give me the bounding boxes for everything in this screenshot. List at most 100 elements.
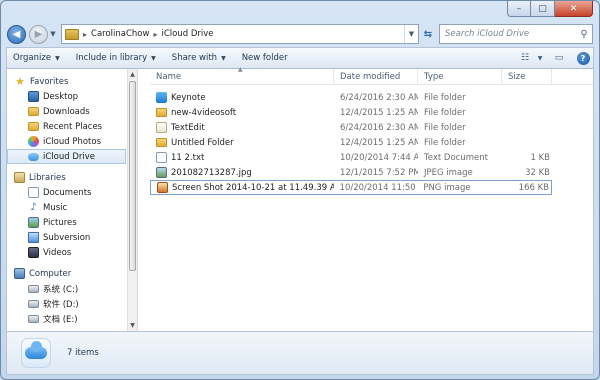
textedit-icon <box>156 122 167 133</box>
sidebar-item-recent-places[interactable]: Recent Places <box>14 119 127 134</box>
search-input[interactable]: Search iCloud Drive <box>445 29 576 39</box>
navigation-scrollbar[interactable]: ▲ ▼ <box>127 69 138 331</box>
file-row-untitled-folder[interactable]: Untitled Folder 12/4/2015 1:25 AM File f… <box>150 135 593 150</box>
column-header-size[interactable]: Size <box>502 68 552 85</box>
sidebar-item-documents[interactable]: Documents <box>14 185 127 200</box>
file-row-txt[interactable]: 11 2.txt 10/20/2014 7:44 AM Text Documen… <box>150 150 593 165</box>
include-in-library-menu[interactable]: Include in library ▼ <box>76 53 156 63</box>
sidebar-item-label: Pictures <box>43 217 77 228</box>
desktop-icon <box>28 91 39 102</box>
column-header-type[interactable]: Type <box>418 68 502 85</box>
breadcrumb-separator[interactable]: ▸ <box>83 30 87 39</box>
drive-icon <box>28 314 39 323</box>
favorites-group: ★ Favorites Desktop Downloads Recent Pla… <box>7 74 127 164</box>
sidebar-item-label: iCloud Photos <box>43 136 102 147</box>
sidebar-item-drive-d[interactable]: 软件 (D:) <box>14 296 127 311</box>
breadcrumb-icloud-drive[interactable]: iCloud Drive <box>161 29 213 39</box>
star-icon: ★ <box>15 75 25 88</box>
folder-icon <box>156 108 167 117</box>
file-row-jpg[interactable]: 201082713287.jpg 12/1/2015 7:52 PM JPEG … <box>150 165 593 180</box>
sidebar-item-subversion[interactable]: Subversion <box>14 230 127 245</box>
favorites-header[interactable]: ★ Favorites <box>14 74 127 89</box>
help-button[interactable]: ? <box>573 50 593 66</box>
documents-icon <box>28 187 39 198</box>
file-date: 6/24/2016 2:30 AM <box>340 92 418 103</box>
sidebar-item-music[interactable]: ♪ Music <box>14 200 127 215</box>
scrollbar-thumb[interactable] <box>129 81 136 271</box>
sidebar-item-label: 文档 (E:) <box>43 314 78 325</box>
search-box[interactable]: Search iCloud Drive ⚲ <box>439 24 593 44</box>
chevron-down-icon: ▼ <box>151 54 156 62</box>
address-history-dropdown[interactable]: ▼ <box>404 25 418 43</box>
explorer-body: ★ Favorites Desktop Downloads Recent Pla… <box>6 66 594 331</box>
file-list: ▲ Name Date modified Type Size Keynote 6… <box>150 66 593 331</box>
sidebar-item-drive-c[interactable]: 系统 (C:) <box>14 281 127 296</box>
libraries-label: Libraries <box>29 172 66 183</box>
file-row-screenshot-png[interactable]: Screen Shot 2014-10-21 at 11.49.39 AM.p.… <box>150 180 552 195</box>
sidebar-item-icloud-drive[interactable]: iCloud Drive <box>7 149 126 164</box>
computer-header[interactable]: Computer <box>14 266 127 281</box>
file-row-keynote[interactable]: Keynote 6/24/2016 2:30 AM File folder <box>150 90 593 105</box>
command-bar: Organize ▼ Include in library ▼ Share with… <box>6 47 594 69</box>
new-folder-button[interactable]: New folder <box>242 53 288 63</box>
pictures-icon <box>28 217 39 228</box>
recent-pages-dropdown[interactable]: ▼ <box>48 30 58 38</box>
sidebar-item-icloud-photos[interactable]: iCloud Photos <box>14 134 127 149</box>
sidebar-item-label: Desktop <box>43 91 79 102</box>
column-header-date[interactable]: Date modified <box>334 68 418 85</box>
sidebar-item-label: Music <box>43 202 68 213</box>
libraries-header[interactable]: Libraries <box>14 170 127 185</box>
scroll-up-icon[interactable]: ▲ <box>128 69 137 80</box>
breadcrumb-carolinachow[interactable]: CarolinaChow <box>91 29 149 39</box>
icloud-drive-icon <box>28 152 39 161</box>
file-size: 32 KB <box>525 167 550 178</box>
icloud-photos-icon <box>28 136 39 147</box>
sidebar-item-downloads[interactable]: Downloads <box>14 104 127 119</box>
file-name: TextEdit <box>171 122 205 133</box>
address-bar[interactable]: ▸ CarolinaChow ▸ iCloud Drive ▼ <box>61 24 419 44</box>
organize-menu[interactable]: Organize ▼ <box>13 53 60 63</box>
column-type-label: Type <box>424 71 444 82</box>
sidebar-item-label: Videos <box>43 247 72 258</box>
computer-label: Computer <box>29 268 72 279</box>
breadcrumb-separator[interactable]: ▸ <box>153 30 157 39</box>
maximize-button[interactable]: □ <box>531 1 555 17</box>
sidebar-item-drive-e[interactable]: 文档 (E:) <box>14 311 127 326</box>
search-icon[interactable]: ⚲ <box>576 29 592 40</box>
sidebar-item-pictures[interactable]: Pictures <box>14 215 127 230</box>
file-type: File folder <box>424 107 466 118</box>
sidebar-item-desktop[interactable]: Desktop <box>14 89 127 104</box>
minimize-button[interactable]: – <box>507 1 531 17</box>
sidebar-item-label: 系统 (C:) <box>43 284 79 295</box>
share-with-menu[interactable]: Share with ▼ <box>172 53 226 63</box>
preview-pane-icon[interactable]: ▭ <box>549 50 569 66</box>
file-type: File folder <box>424 137 466 148</box>
file-row-textedit[interactable]: TextEdit 6/24/2016 2:30 AM File folder <box>150 120 593 135</box>
sort-ascending-icon: ▲ <box>238 66 243 73</box>
file-date: 12/4/2015 1:25 AM <box>340 107 418 118</box>
back-button[interactable]: ◀ <box>7 24 26 44</box>
sidebar-item-videos[interactable]: Videos <box>14 245 127 260</box>
include-in-library-label: Include in library <box>75 53 148 63</box>
drive-icon <box>28 284 39 293</box>
file-date: 12/1/2015 7:52 PM <box>340 167 418 178</box>
sidebar-item-label: Recent Places <box>43 121 103 132</box>
computer-icon <box>14 268 25 279</box>
close-button[interactable]: ✕ <box>555 1 593 17</box>
file-row-new-4videosoft[interactable]: new-4videosoft 12/4/2015 1:25 AM File fo… <box>150 105 593 120</box>
help-icon: ? <box>576 51 590 65</box>
column-headers: ▲ Name Date modified Type Size <box>150 66 593 85</box>
file-type: JPEG image <box>424 167 473 178</box>
file-name: 11 2.txt <box>171 152 205 163</box>
scroll-down-icon[interactable]: ▼ <box>128 320 137 331</box>
file-name: Screen Shot 2014-10-21 at 11.49.39 AM.p.… <box>172 182 334 193</box>
share-with-label: Share with <box>171 53 218 63</box>
change-view-icon[interactable]: ☷ <box>515 50 535 66</box>
new-folder-label: New folder <box>241 53 288 63</box>
more-views-dropdown[interactable]: ▼ <box>535 50 545 66</box>
refresh-button[interactable]: ⇆ <box>419 24 437 44</box>
file-name: Keynote <box>171 92 206 103</box>
column-size-label: Size <box>508 71 526 82</box>
icloud-folder-icon <box>65 28 79 40</box>
forward-button[interactable]: ▶ <box>29 24 48 44</box>
